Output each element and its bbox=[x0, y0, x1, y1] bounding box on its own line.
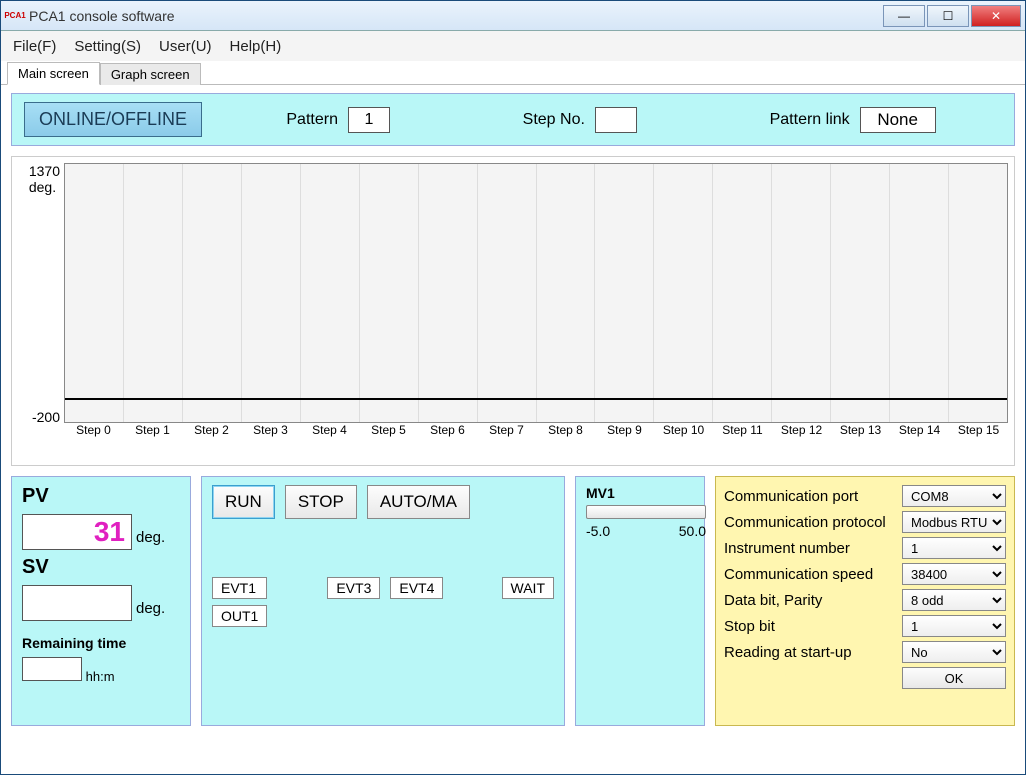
maximize-button[interactable]: ☐ bbox=[927, 5, 969, 27]
x-tick: Step 3 bbox=[241, 423, 300, 443]
comm-protocol-label: Communication protocol bbox=[724, 514, 896, 531]
ok-button[interactable]: OK bbox=[902, 667, 1006, 689]
window-title: PCA1 console software bbox=[29, 8, 175, 24]
y-tick-bottom: -200 bbox=[32, 409, 60, 425]
menu-help[interactable]: Help(H) bbox=[230, 38, 282, 55]
top-panel: ONLINE/OFFLINE Pattern Step No. Pattern … bbox=[11, 93, 1015, 146]
x-tick: Step 11 bbox=[713, 423, 772, 443]
x-tick: Step 1 bbox=[123, 423, 182, 443]
mv1-bar bbox=[586, 505, 706, 519]
stop-button[interactable]: STOP bbox=[285, 485, 357, 519]
sv-value bbox=[22, 585, 132, 621]
menubar: File(F) Setting(S) User(U) Help(H) bbox=[1, 31, 1025, 61]
x-tick: Step 13 bbox=[831, 423, 890, 443]
titlebar: PCA1 PCA1 console software — ☐ ✕ bbox=[1, 1, 1025, 31]
run-button[interactable]: RUN bbox=[212, 485, 275, 519]
evt4-indicator: EVT4 bbox=[390, 577, 443, 599]
instrument-number-label: Instrument number bbox=[724, 540, 896, 557]
x-tick: Step 2 bbox=[182, 423, 241, 443]
menu-file[interactable]: File(F) bbox=[13, 38, 56, 55]
control-panel: RUN STOP AUTO/MA EVT1 OUT1 EVT3 EVT4 W bbox=[201, 476, 565, 726]
comm-speed-label: Communication speed bbox=[724, 566, 896, 583]
remaining-time-value bbox=[22, 657, 82, 681]
pv-label: PV bbox=[22, 485, 180, 508]
menu-setting[interactable]: Setting(S) bbox=[74, 38, 141, 55]
menu-user[interactable]: User(U) bbox=[159, 38, 212, 55]
pv-unit: deg. bbox=[136, 529, 165, 546]
x-tick: Step 9 bbox=[595, 423, 654, 443]
wait-indicator: WAIT bbox=[502, 577, 554, 599]
auto-ma-button[interactable]: AUTO/MA bbox=[367, 485, 470, 519]
x-tick: Step 7 bbox=[477, 423, 536, 443]
comm-port-select[interactable]: COM8 bbox=[902, 485, 1006, 507]
sv-label: SV bbox=[22, 556, 180, 579]
chart-plot-area bbox=[64, 163, 1008, 423]
x-tick: Step 8 bbox=[536, 423, 595, 443]
stop-bit-select[interactable]: 1 bbox=[902, 615, 1006, 637]
pattern-input[interactable] bbox=[348, 107, 390, 133]
chart-panel: 1370 deg. -200 Step 0Step 1Step 2Step 3S… bbox=[11, 156, 1015, 466]
pattern-label: Pattern bbox=[286, 111, 338, 129]
evt3-indicator: EVT3 bbox=[327, 577, 380, 599]
instrument-number-select[interactable]: 1 bbox=[902, 537, 1006, 559]
step-no-label: Step No. bbox=[523, 111, 585, 129]
data-bit-parity-label: Data bit, Parity bbox=[724, 592, 896, 609]
y-tick-top: 1370 bbox=[29, 163, 60, 179]
x-tick: Step 12 bbox=[772, 423, 831, 443]
chart-baseline bbox=[65, 398, 1007, 400]
x-tick: Step 4 bbox=[300, 423, 359, 443]
x-tick: Step 10 bbox=[654, 423, 713, 443]
pv-sv-panel: PV 31 deg. SV deg. Remaining time hh:m bbox=[11, 476, 191, 726]
remaining-time-unit: hh:m bbox=[86, 669, 115, 684]
evt1-indicator: EVT1 bbox=[212, 577, 267, 599]
mv1-min: -5.0 bbox=[586, 523, 610, 539]
tab-strip: Main screen Graph screen bbox=[1, 61, 1025, 85]
y-unit: deg. bbox=[29, 179, 60, 195]
comm-speed-select[interactable]: 38400 bbox=[902, 563, 1006, 585]
x-tick: Step 15 bbox=[949, 423, 1008, 443]
remaining-time-label: Remaining time bbox=[22, 635, 180, 651]
minimize-button[interactable]: — bbox=[883, 5, 925, 27]
close-button[interactable]: ✕ bbox=[971, 5, 1021, 27]
x-tick: Step 6 bbox=[418, 423, 477, 443]
comm-protocol-select[interactable]: Modbus RTU bbox=[902, 511, 1006, 533]
out1-indicator: OUT1 bbox=[212, 605, 267, 627]
mv-panel: MV1 -5.0 50.0 bbox=[575, 476, 705, 726]
mv1-max: 50.0 bbox=[679, 523, 706, 539]
reading-startup-select[interactable]: No bbox=[902, 641, 1006, 663]
app-icon: PCA1 bbox=[5, 7, 25, 25]
reading-startup-label: Reading at start-up bbox=[724, 644, 896, 661]
pattern-link-input[interactable] bbox=[860, 107, 936, 133]
data-bit-parity-select[interactable]: 8 odd bbox=[902, 589, 1006, 611]
x-tick: Step 14 bbox=[890, 423, 949, 443]
online-offline-button[interactable]: ONLINE/OFFLINE bbox=[24, 102, 202, 137]
mv1-label: MV1 bbox=[586, 485, 694, 501]
pv-value: 31 bbox=[22, 514, 132, 550]
comm-port-label: Communication port bbox=[724, 488, 896, 505]
pattern-link-label: Pattern link bbox=[770, 111, 850, 129]
x-tick: Step 0 bbox=[64, 423, 123, 443]
tab-main-screen[interactable]: Main screen bbox=[7, 62, 100, 85]
communication-config-panel: Communication port COM8 Communication pr… bbox=[715, 476, 1015, 726]
sv-unit: deg. bbox=[136, 600, 165, 617]
tab-graph-screen[interactable]: Graph screen bbox=[100, 63, 201, 85]
x-tick: Step 5 bbox=[359, 423, 418, 443]
step-no-input[interactable] bbox=[595, 107, 637, 133]
stop-bit-label: Stop bit bbox=[724, 618, 896, 635]
